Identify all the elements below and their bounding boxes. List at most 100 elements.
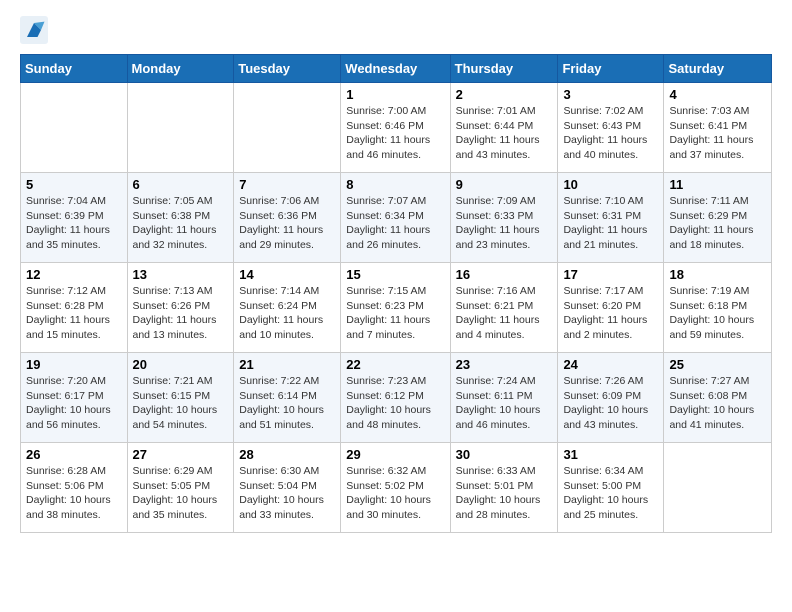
logo — [20, 16, 52, 44]
day-number: 31 — [563, 447, 658, 462]
day-number: 11 — [669, 177, 766, 192]
calendar-cell: 4 Sunrise: 7:03 AM Sunset: 6:41 PM Daylig… — [664, 83, 772, 173]
calendar-cell: 26 Sunrise: 6:28 AM Sunset: 5:06 PM Dayli… — [21, 443, 128, 533]
calendar: Sunday Monday Tuesday Wednesday Thursday… — [20, 54, 772, 533]
day-info: Sunrise: 6:34 AM Sunset: 5:00 PM Dayligh… — [563, 464, 658, 523]
day-number: 22 — [346, 357, 444, 372]
week-row-3: 12Sunrise: 7:12 AM Sunset: 6:28 PM Dayli… — [21, 263, 772, 353]
calendar-cell: 14 Sunrise: 7:14 AM Sunset: 6:24 PM Dayli… — [234, 263, 341, 353]
day-number: 4 — [669, 87, 766, 102]
day-number: 13 — [133, 267, 229, 282]
day-info: Sunrise: 7:02 AM Sunset: 6:43 PM Dayligh… — [563, 104, 658, 163]
day-number: 19 — [26, 357, 122, 372]
header-tuesday: Tuesday — [234, 55, 341, 83]
day-info: Sunrise: 7:17 AM Sunset: 6:20 PM Dayligh… — [563, 284, 658, 343]
day-number: 23 — [456, 357, 553, 372]
day-number: 26 — [26, 447, 122, 462]
day-number: 14 — [239, 267, 335, 282]
calendar-cell: 23 Sunrise: 7:24 AM Sunset: 6:11 PM Dayli… — [450, 353, 558, 443]
day-info: Sunrise: 7:23 AM Sunset: 6:12 PM Dayligh… — [346, 374, 444, 433]
day-number: 25 — [669, 357, 766, 372]
calendar-cell: 10 Sunrise: 7:10 AM Sunset: 6:31 PM Dayli… — [558, 173, 664, 263]
header-wednesday: Wednesday — [341, 55, 450, 83]
day-info: Sunrise: 7:05 AM Sunset: 6:38 PM Dayligh… — [133, 194, 229, 253]
day-info: Sunrise: 6:30 AM Sunset: 5:04 PM Dayligh… — [239, 464, 335, 523]
day-info: Sunrise: 7:20 AM Sunset: 6:17 PM Dayligh… — [26, 374, 122, 433]
calendar-cell — [234, 83, 341, 173]
day-info: Sunrise: 6:32 AM Sunset: 5:02 PM Dayligh… — [346, 464, 444, 523]
day-info: Sunrise: 7:14 AM Sunset: 6:24 PM Dayligh… — [239, 284, 335, 343]
calendar-cell: 7Sunrise: 7:06 AM Sunset: 6:36 PM Daylig… — [234, 173, 341, 263]
calendar-cell: 5Sunrise: 7:04 AM Sunset: 6:39 PM Daylig… — [21, 173, 128, 263]
calendar-cell: 28 Sunrise: 6:30 AM Sunset: 5:04 PM Dayli… — [234, 443, 341, 533]
header-monday: Monday — [127, 55, 234, 83]
day-number: 21 — [239, 357, 335, 372]
day-number: 15 — [346, 267, 444, 282]
week-row-5: 26 Sunrise: 6:28 AM Sunset: 5:06 PM Dayli… — [21, 443, 772, 533]
calendar-cell: 3 Sunrise: 7:02 AM Sunset: 6:43 PM Daylig… — [558, 83, 664, 173]
calendar-cell: 17 Sunrise: 7:17 AM Sunset: 6:20 PM Dayli… — [558, 263, 664, 353]
calendar-cell: 2Sunrise: 7:01 AM Sunset: 6:44 PM Daylig… — [450, 83, 558, 173]
calendar-cell: 30 Sunrise: 6:33 AM Sunset: 5:01 PM Dayli… — [450, 443, 558, 533]
day-info: Sunrise: 7:19 AM Sunset: 6:18 PM Dayligh… — [669, 284, 766, 343]
header-sunday: Sunday — [21, 55, 128, 83]
calendar-cell — [664, 443, 772, 533]
day-number: 24 — [563, 357, 658, 372]
day-info: Sunrise: 7:26 AM Sunset: 6:09 PM Dayligh… — [563, 374, 658, 433]
day-number: 20 — [133, 357, 229, 372]
calendar-cell: 22 Sunrise: 7:23 AM Sunset: 6:12 PM Dayli… — [341, 353, 450, 443]
day-info: Sunrise: 7:13 AM Sunset: 6:26 PM Dayligh… — [133, 284, 229, 343]
calendar-cell: 18 Sunrise: 7:19 AM Sunset: 6:18 PM Dayli… — [664, 263, 772, 353]
day-info: Sunrise: 7:11 AM Sunset: 6:29 PM Dayligh… — [669, 194, 766, 253]
day-info: Sunrise: 7:16 AM Sunset: 6:21 PM Dayligh… — [456, 284, 553, 343]
week-row-2: 5Sunrise: 7:04 AM Sunset: 6:39 PM Daylig… — [21, 173, 772, 263]
calendar-cell: 31 Sunrise: 6:34 AM Sunset: 5:00 PM Dayli… — [558, 443, 664, 533]
day-number: 18 — [669, 267, 766, 282]
header — [20, 16, 772, 44]
header-saturday: Saturday — [664, 55, 772, 83]
day-number: 3 — [563, 87, 658, 102]
day-number: 9 — [456, 177, 553, 192]
day-info: Sunrise: 7:10 AM Sunset: 6:31 PM Dayligh… — [563, 194, 658, 253]
day-number: 10 — [563, 177, 658, 192]
calendar-cell: 9 Sunrise: 7:09 AM Sunset: 6:33 PM Daylig… — [450, 173, 558, 263]
page: Sunday Monday Tuesday Wednesday Thursday… — [0, 0, 792, 549]
day-info: Sunrise: 7:03 AM Sunset: 6:41 PM Dayligh… — [669, 104, 766, 163]
calendar-cell: 8Sunrise: 7:07 AM Sunset: 6:34 PM Daylig… — [341, 173, 450, 263]
day-number: 27 — [133, 447, 229, 462]
day-number: 17 — [563, 267, 658, 282]
day-info: Sunrise: 7:07 AM Sunset: 6:34 PM Dayligh… — [346, 194, 444, 253]
header-friday: Friday — [558, 55, 664, 83]
calendar-cell: 20 Sunrise: 7:21 AM Sunset: 6:15 PM Dayli… — [127, 353, 234, 443]
day-info: Sunrise: 7:01 AM Sunset: 6:44 PM Dayligh… — [456, 104, 553, 163]
calendar-cell: 12Sunrise: 7:12 AM Sunset: 6:28 PM Dayli… — [21, 263, 128, 353]
day-number: 1 — [346, 87, 444, 102]
day-number: 7 — [239, 177, 335, 192]
week-row-4: 19 Sunrise: 7:20 AM Sunset: 6:17 PM Dayli… — [21, 353, 772, 443]
day-number: 28 — [239, 447, 335, 462]
day-number: 6 — [133, 177, 229, 192]
calendar-cell: 25Sunrise: 7:27 AM Sunset: 6:08 PM Dayli… — [664, 353, 772, 443]
calendar-cell: 6 Sunrise: 7:05 AM Sunset: 6:38 PM Daylig… — [127, 173, 234, 263]
day-number: 16 — [456, 267, 553, 282]
calendar-cell: 29Sunrise: 6:32 AM Sunset: 5:02 PM Dayli… — [341, 443, 450, 533]
day-info: Sunrise: 7:00 AM Sunset: 6:46 PM Dayligh… — [346, 104, 444, 163]
day-info: Sunrise: 7:22 AM Sunset: 6:14 PM Dayligh… — [239, 374, 335, 433]
day-number: 30 — [456, 447, 553, 462]
calendar-cell: 24 Sunrise: 7:26 AM Sunset: 6:09 PM Dayli… — [558, 353, 664, 443]
calendar-cell: 27 Sunrise: 6:29 AM Sunset: 5:05 PM Dayli… — [127, 443, 234, 533]
day-info: Sunrise: 7:09 AM Sunset: 6:33 PM Dayligh… — [456, 194, 553, 253]
calendar-cell — [21, 83, 128, 173]
day-info: Sunrise: 7:12 AM Sunset: 6:28 PM Dayligh… — [26, 284, 122, 343]
day-info: Sunrise: 7:24 AM Sunset: 6:11 PM Dayligh… — [456, 374, 553, 433]
day-info: Sunrise: 7:21 AM Sunset: 6:15 PM Dayligh… — [133, 374, 229, 433]
calendar-cell: 19 Sunrise: 7:20 AM Sunset: 6:17 PM Dayli… — [21, 353, 128, 443]
logo-icon — [20, 16, 48, 44]
calendar-cell: 13 Sunrise: 7:13 AM Sunset: 6:26 PM Dayli… — [127, 263, 234, 353]
calendar-cell: 16 Sunrise: 7:16 AM Sunset: 6:21 PM Dayli… — [450, 263, 558, 353]
week-row-1: 1 Sunrise: 7:00 AM Sunset: 6:46 PM Daylig… — [21, 83, 772, 173]
day-info: Sunrise: 6:33 AM Sunset: 5:01 PM Dayligh… — [456, 464, 553, 523]
day-info: Sunrise: 6:28 AM Sunset: 5:06 PM Dayligh… — [26, 464, 122, 523]
day-info: Sunrise: 6:29 AM Sunset: 5:05 PM Dayligh… — [133, 464, 229, 523]
calendar-cell: 21 Sunrise: 7:22 AM Sunset: 6:14 PM Dayli… — [234, 353, 341, 443]
